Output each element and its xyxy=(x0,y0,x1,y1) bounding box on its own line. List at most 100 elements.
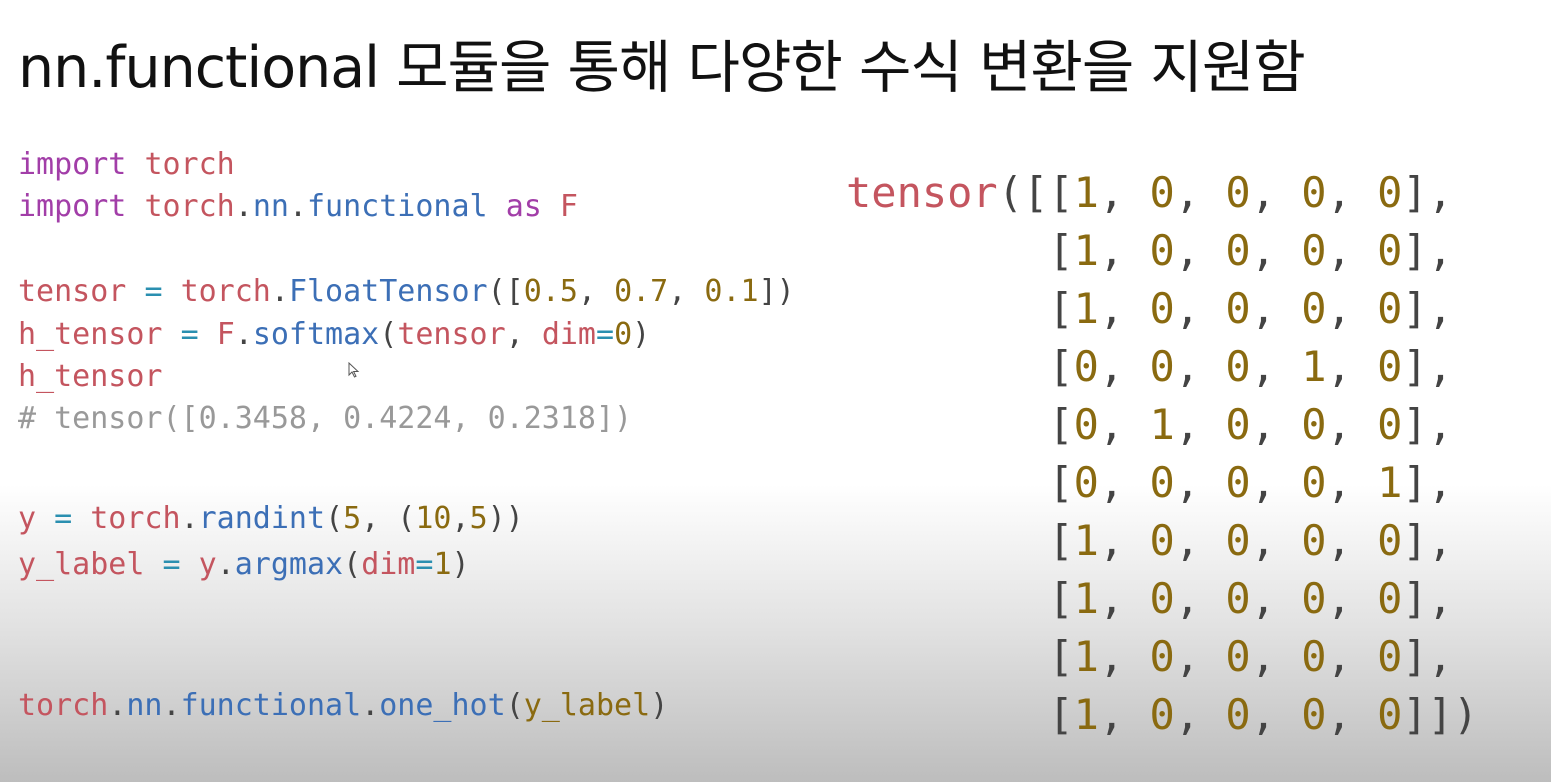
object: torch xyxy=(18,688,109,723)
variable: h_tensor xyxy=(18,317,163,352)
module-name: torch xyxy=(144,189,235,224)
number: 5 xyxy=(469,501,488,536)
output-value: 1 xyxy=(1073,632,1099,681)
output-value: 0 xyxy=(1149,690,1175,739)
code-line-6: h_tensor xyxy=(18,359,163,394)
output-value: 0 xyxy=(1301,284,1327,333)
variable: y xyxy=(18,501,37,536)
output-row: [1, 0, 0, 0, 0]]) xyxy=(846,690,1479,739)
function-name: one_hot xyxy=(379,688,506,723)
output-value: 0 xyxy=(1225,226,1251,275)
output-row: [0, 0, 0, 1, 0], xyxy=(846,342,1453,391)
output-value: 0 xyxy=(1301,400,1327,449)
object: y xyxy=(198,547,217,582)
number: 0 xyxy=(614,317,633,352)
output-value: 1 xyxy=(1073,284,1099,333)
output-value: 0 xyxy=(1377,690,1403,739)
function-name: randint xyxy=(198,501,326,536)
object: torch xyxy=(90,501,181,536)
output-value: 0 xyxy=(1149,226,1175,275)
function-name: softmax xyxy=(252,317,380,352)
output-value: 0 xyxy=(1073,458,1099,507)
output-value: 0 xyxy=(1301,690,1327,739)
mouse-pointer-icon xyxy=(348,362,360,378)
variable: tensor xyxy=(18,274,127,309)
function-name: FloatTensor xyxy=(288,274,488,309)
output-value: 0 xyxy=(1225,400,1251,449)
code-line-9: y = torch.randint(5, (10,5)) xyxy=(18,501,524,536)
output-value: 0 xyxy=(1301,632,1327,681)
output-value: 0 xyxy=(1073,342,1099,391)
keyword: import xyxy=(18,147,127,182)
output-value: 0 xyxy=(1149,284,1175,333)
number: 0.7 xyxy=(614,274,669,309)
output-row: [0, 1, 0, 0, 0], xyxy=(846,400,1453,449)
code-line-4: tensor = torch.FloatTensor([0.5, 0.7, 0.… xyxy=(18,274,795,309)
module-name: nn xyxy=(126,688,163,723)
output-value: 0 xyxy=(1377,574,1403,623)
module-name: functional xyxy=(307,189,488,224)
output-value: 0 xyxy=(1301,168,1327,217)
output-row: [1, 0, 0, 0, 0], xyxy=(846,284,1453,333)
output-value: 1 xyxy=(1073,574,1099,623)
output-value: 0 xyxy=(1225,168,1251,217)
output-value: 0 xyxy=(1377,632,1403,681)
output-value: 0 xyxy=(1301,516,1327,565)
output-row: [1, 0, 0, 0, 0], xyxy=(846,632,1453,681)
operator: = xyxy=(144,274,163,309)
keyword-argument: dim xyxy=(361,547,416,582)
object: F xyxy=(216,317,235,352)
output-value: 0 xyxy=(1301,226,1327,275)
output-value: 0 xyxy=(1225,458,1251,507)
variable: y_label xyxy=(18,547,145,582)
code-comment: # tensor([0.3458, 0.4224, 0.2318]) xyxy=(18,401,633,436)
output-row: [0, 0, 0, 0, 1], xyxy=(846,458,1453,507)
output-value: 1 xyxy=(1073,516,1099,565)
output-value: 1 xyxy=(1377,458,1403,507)
alias-name: F xyxy=(559,189,578,224)
output-value: 1 xyxy=(1149,400,1175,449)
output-value: 1 xyxy=(1073,168,1099,217)
code-line-1: import torch xyxy=(18,150,235,180)
module-name: nn xyxy=(252,189,289,224)
output-value: 0 xyxy=(1225,574,1251,623)
output-value: 0 xyxy=(1225,342,1251,391)
code-line-13: torch.nn.functional.one_hot(y_label) xyxy=(18,688,669,723)
output-row: [1, 0, 0, 0, 0], xyxy=(846,226,1453,275)
module-name: torch xyxy=(144,147,235,182)
operator: = xyxy=(180,317,199,352)
output-value: 1 xyxy=(1301,342,1327,391)
output-value: 0 xyxy=(1225,284,1251,333)
output-value: 0 xyxy=(1073,400,1099,449)
output-value: 0 xyxy=(1149,516,1175,565)
code-line-2: import torch.nn.functional as F xyxy=(18,189,578,224)
number: 1 xyxy=(433,547,452,582)
argument: tensor xyxy=(397,317,506,352)
module-name: functional xyxy=(180,688,362,723)
output-value: 0 xyxy=(1377,516,1403,565)
code-line-5: h_tensor = F.softmax(tensor, dim=0) xyxy=(18,317,651,352)
output-prefix: tensor xyxy=(846,168,998,217)
function-name: argmax xyxy=(234,547,344,582)
output-row: [1, 0, 0, 0, 0], xyxy=(846,574,1453,623)
argument: y_label xyxy=(523,688,651,723)
output-value: 0 xyxy=(1149,574,1175,623)
output-value: 0 xyxy=(1225,516,1251,565)
number: 0.5 xyxy=(523,274,578,309)
output-value: 0 xyxy=(1377,168,1403,217)
keyword: import xyxy=(18,189,127,224)
output-row: [1, 0, 0, 0, 0], xyxy=(846,516,1453,565)
output-value: 0 xyxy=(1149,632,1175,681)
output-value: 1 xyxy=(1073,226,1099,275)
output-value: 0 xyxy=(1377,284,1403,333)
keyword: as xyxy=(505,189,542,224)
output-value: 0 xyxy=(1377,342,1403,391)
output-row: tensor([[1, 0, 0, 0, 0], xyxy=(846,168,1453,217)
output-value: 0 xyxy=(1225,632,1251,681)
operator: = xyxy=(54,501,73,536)
output-value: 0 xyxy=(1149,168,1175,217)
output-value: 0 xyxy=(1301,574,1327,623)
code-line-10: y_label = y.argmax(dim=1) xyxy=(18,547,470,582)
output-value: 0 xyxy=(1225,690,1251,739)
output-value: 0 xyxy=(1377,226,1403,275)
